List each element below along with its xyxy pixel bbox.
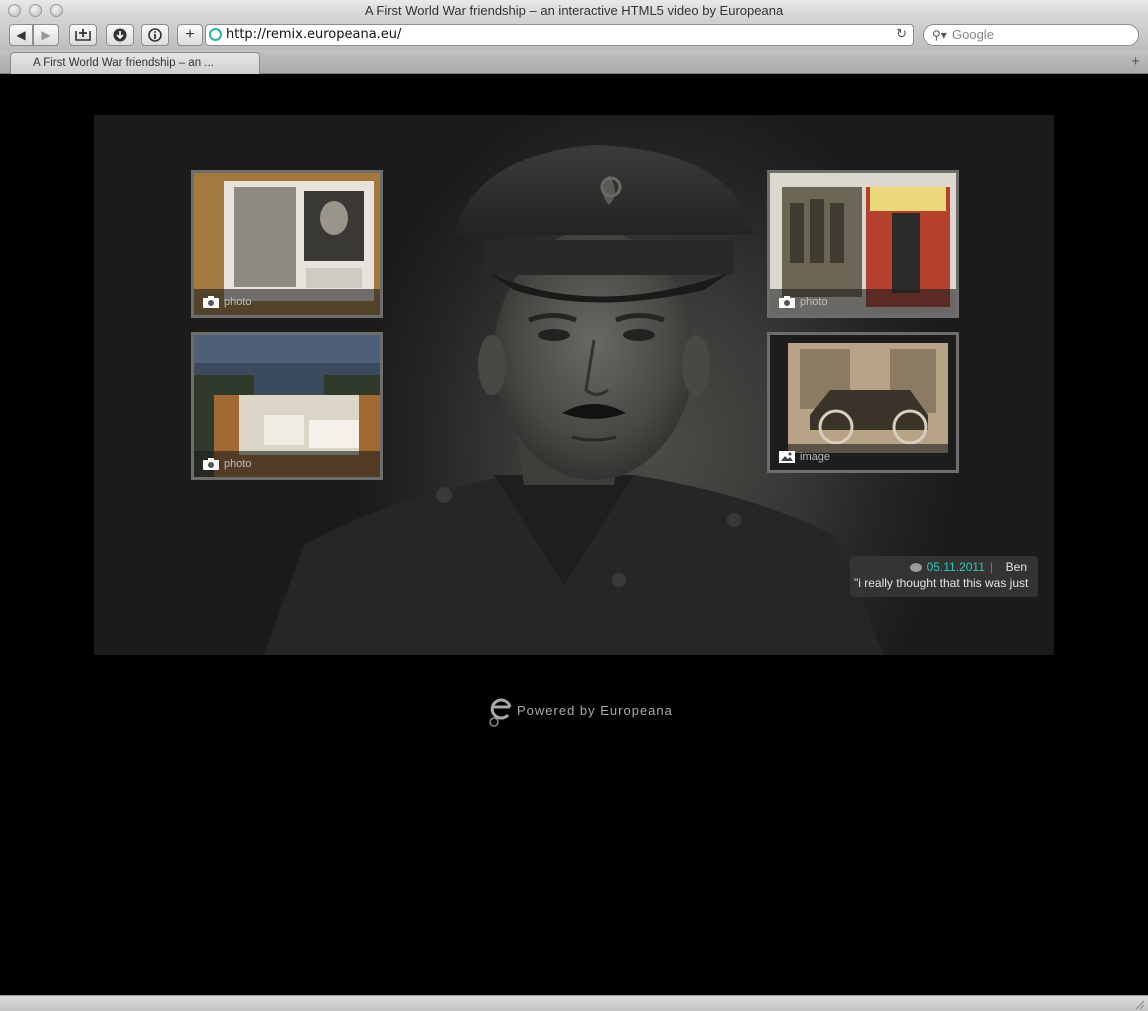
camera-icon [779, 296, 795, 308]
back-button[interactable]: ◀ [9, 24, 33, 46]
browser-toolbar: ◀ ▶ + http://remix.europeana.eu/ ↻ ⚲▾ Go… [0, 22, 1148, 50]
thumbnail-type-label: photo [800, 296, 828, 308]
video-player[interactable]: photo photo photo image 05.11.2011 | Ben… [94, 115, 1054, 655]
comment-text: "i really thought that this was just [854, 576, 1029, 590]
window-title: A First World War friendship – an intera… [364, 3, 784, 18]
url-text: http://remix.europeana.eu/ [226, 27, 402, 42]
media-thumbnail-1[interactable]: photo [191, 170, 383, 318]
page-content: photo photo photo image 05.11.2011 | Ben… [0, 75, 1148, 995]
forward-arrow-icon: ▶ [41, 28, 51, 42]
minimize-window-button[interactable] [29, 4, 42, 17]
thumbnail-caption: image [770, 444, 956, 470]
downloads-button[interactable] [106, 24, 134, 46]
media-thumbnail-4[interactable]: image [767, 332, 959, 473]
thumbnail-type-label: photo [224, 458, 252, 470]
thumbnail-type-label: photo [224, 296, 252, 308]
comment-author: Ben [1005, 560, 1027, 574]
new-tab-icon[interactable]: + [1131, 53, 1140, 70]
search-field[interactable]: ⚲▾ Google [923, 24, 1139, 46]
image-icon [779, 451, 795, 463]
info-button[interactable] [141, 24, 169, 46]
camera-icon [203, 296, 219, 308]
status-bar [0, 995, 1148, 1011]
thumbnail-caption: photo [194, 289, 380, 315]
forward-button[interactable]: ▶ [33, 24, 59, 46]
thumbnail-caption: photo [770, 289, 956, 315]
window-titlebar: A First World War friendship – an intera… [0, 0, 1148, 22]
add-bookmark-button[interactable] [69, 24, 97, 46]
add-tab-button[interactable]: + [177, 24, 203, 46]
reload-icon[interactable]: ↻ [896, 25, 907, 45]
powered-by-label: Powered by Europeana [517, 703, 673, 718]
address-bar[interactable]: http://remix.europeana.eu/ ↻ [205, 24, 914, 46]
europeana-favicon-icon [209, 28, 222, 41]
camera-icon [203, 458, 219, 470]
media-thumbnail-3[interactable]: photo [767, 170, 959, 318]
media-thumbnail-2[interactable]: photo [191, 332, 383, 480]
search-placeholder: Google [952, 27, 994, 42]
speech-bubble-icon [909, 563, 922, 573]
comment-meta: 05.11.2011 | [909, 560, 998, 574]
thumbnail-caption: photo [194, 451, 380, 477]
europeana-logo-icon [489, 698, 512, 727]
zoom-window-button[interactable] [50, 4, 63, 17]
resize-grip-icon[interactable] [1133, 998, 1145, 1010]
info-icon [148, 28, 162, 42]
back-arrow-icon: ◀ [16, 28, 26, 42]
download-icon [113, 28, 127, 42]
tab-bar: A First World War friendship – an ... + [0, 50, 1148, 74]
plus-icon: + [185, 26, 195, 43]
close-window-button[interactable] [8, 4, 21, 17]
thumbnail-type-label: image [800, 451, 830, 463]
search-icon: ⚲▾ [932, 28, 947, 42]
tab-current[interactable]: A First World War friendship – an ... [10, 52, 260, 74]
comment-overlay[interactable]: 05.11.2011 | Ben "i really thought that t… [850, 556, 1038, 597]
bookmark-add-icon [75, 29, 91, 41]
comment-date: 05.11.2011 [926, 560, 985, 574]
